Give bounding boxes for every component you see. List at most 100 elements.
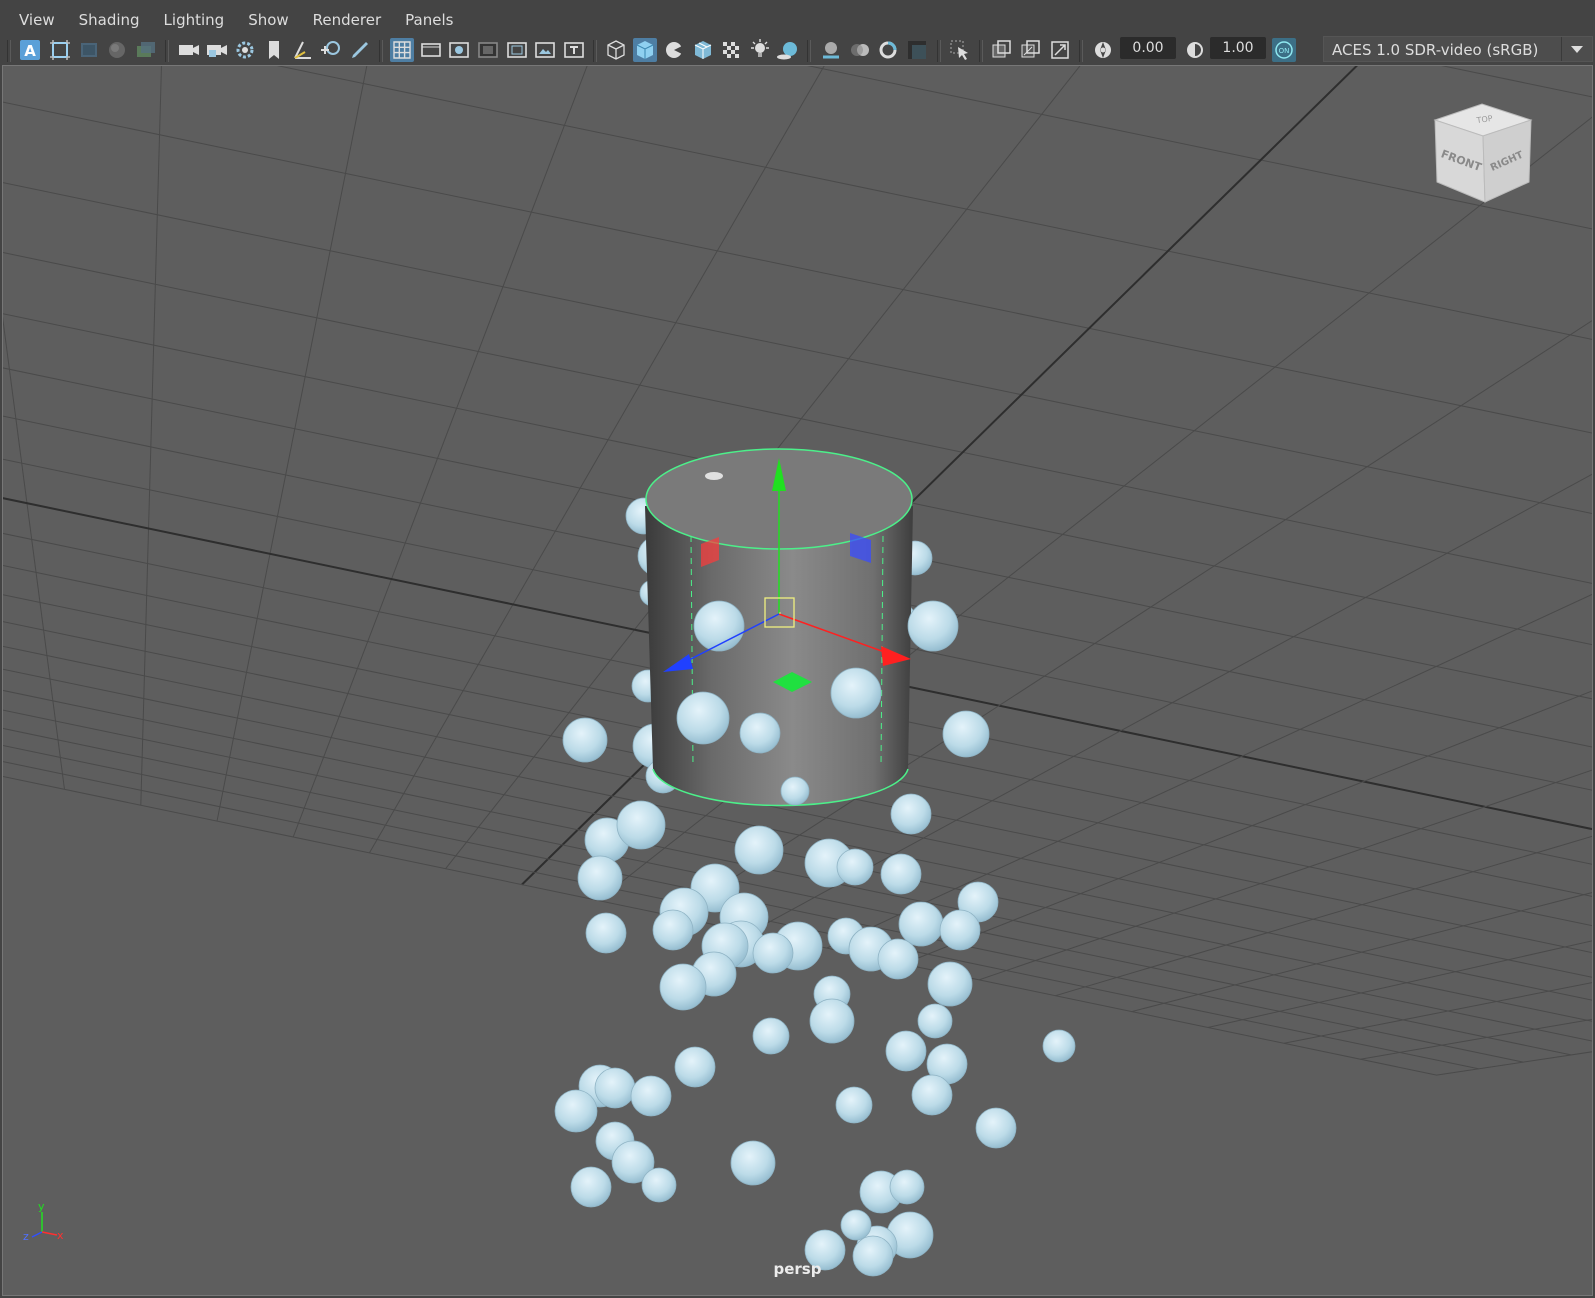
camera-settings-icon[interactable] [233, 38, 257, 62]
menu-view[interactable]: View [3, 3, 67, 35]
particle-sphere [898, 901, 944, 947]
toolbar-separator [165, 40, 169, 62]
resolution-gate-icon[interactable] [447, 38, 471, 62]
toolbar-separator [593, 40, 597, 62]
particle-sphere [1042, 1029, 1076, 1063]
svg-text:A: A [24, 42, 36, 60]
smooth-shade-icon[interactable] [633, 38, 657, 62]
particle-sphere [739, 712, 781, 754]
particle-sphere [674, 1046, 716, 1088]
grease-pencil-icon[interactable] [348, 38, 372, 62]
axis-z-label: z [23, 1230, 29, 1243]
camera-attributes-icon[interactable] [48, 38, 72, 62]
gate-mask-icon[interactable] [476, 38, 500, 62]
manipulator-pivot [779, 612, 781, 614]
axis-x-line [41, 1231, 58, 1236]
toolbar-separator [937, 40, 941, 62]
particle-sphere [577, 855, 623, 901]
wireframe-on-shaded-icon[interactable] [691, 38, 715, 62]
particle-sphere [889, 1169, 925, 1205]
cylinder-specular [705, 472, 723, 480]
particle-sphere [752, 1017, 790, 1055]
particle-sphere [942, 710, 990, 758]
menu-show[interactable]: Show [236, 3, 300, 35]
isolate-select-icon[interactable] [948, 38, 972, 62]
field-chart-icon[interactable] [505, 38, 529, 62]
maya-viewport-panel: View Shading Lighting Show Renderer Pane… [0, 0, 1595, 1298]
image-plane-icon[interactable] [105, 38, 129, 62]
particle-sphere [730, 1140, 776, 1186]
axis-x-label: x [57, 1229, 64, 1242]
use-all-lights-icon[interactable] [748, 38, 772, 62]
wireframe-icon[interactable] [604, 38, 628, 62]
default-material-icon[interactable] [662, 38, 686, 62]
color-space-dropdown[interactable]: ACES 1.0 SDR-video (sRGB) [1323, 36, 1593, 62]
particle-sphere [840, 1209, 872, 1241]
toolbar-separator [379, 40, 383, 62]
menu-panels[interactable]: Panels [393, 3, 465, 35]
particle-sphere [554, 1089, 598, 1133]
exposure-icon[interactable] [1091, 38, 1115, 62]
select-camera-icon[interactable]: A [18, 38, 42, 62]
grid-icon[interactable] [390, 38, 414, 62]
particle-sphere [659, 963, 707, 1011]
shadows-icon[interactable] [776, 38, 800, 62]
view-transform-toggle-icon[interactable]: ON [1272, 38, 1296, 62]
particle-sphere [676, 691, 730, 745]
panel-menubar: View Shading Lighting Show Renderer Pane… [3, 3, 1592, 35]
toolbar-separator [979, 40, 983, 62]
axis-indicator: y x z [23, 1200, 64, 1243]
anti-aliasing-icon[interactable] [876, 38, 900, 62]
toolbar-separator [7, 40, 11, 62]
menu-renderer[interactable]: Renderer [301, 3, 393, 35]
chevron-down-icon [1561, 37, 1583, 61]
film-gate-icon[interactable] [419, 38, 443, 62]
particle-sphere [809, 998, 855, 1044]
gamma-field[interactable]: 1.00 [1210, 37, 1266, 59]
menu-lighting[interactable]: Lighting [152, 3, 237, 35]
camera-icon[interactable] [177, 38, 201, 62]
particle-sphere [880, 853, 922, 895]
particle-sphere [885, 1030, 927, 1072]
bookmark-icon[interactable] [262, 38, 286, 62]
bookmarks-icon[interactable] [77, 38, 101, 62]
particle-sphere [594, 1067, 636, 1109]
safe-action-icon[interactable] [533, 38, 557, 62]
screen-space-ao-icon[interactable] [819, 38, 843, 62]
exposure-field[interactable]: 0.00 [1120, 37, 1176, 59]
xray-active-components-icon[interactable] [1048, 38, 1072, 62]
menu-shading[interactable]: Shading [67, 3, 152, 35]
xray-joints-icon[interactable] [1019, 38, 1043, 62]
particle-sphere [917, 1003, 953, 1039]
lock-camera-icon[interactable] [205, 38, 229, 62]
view-cube[interactable]: TOP FRONT RIGHT [1423, 94, 1533, 206]
axis-z-line [31, 1231, 43, 1238]
scene-objects [554, 448, 1076, 1277]
toolbar-separator [807, 40, 811, 62]
toolbar-separator [1079, 40, 1083, 62]
particle-sphere [562, 717, 608, 763]
particle-sphere [641, 1167, 677, 1203]
particle-sphere [835, 1086, 873, 1124]
particle-sphere [780, 776, 810, 806]
view-transform-toggle-label: ON [1279, 47, 1290, 55]
image-plane-axes-icon[interactable] [291, 38, 315, 62]
xray-icon[interactable] [990, 38, 1014, 62]
2d-pan-zoom-icon[interactable] [134, 38, 158, 62]
particle-sphere [693, 600, 745, 652]
pan-zoom-icon[interactable] [319, 38, 343, 62]
particle-sphere [890, 793, 932, 835]
safe-title-icon[interactable] [562, 38, 586, 62]
particle-sphere [907, 600, 959, 652]
particle-sphere [630, 1075, 672, 1117]
textured-icon[interactable] [719, 38, 743, 62]
gamma-icon[interactable] [1183, 38, 1207, 62]
particle-sphere [877, 938, 919, 980]
particle-sphere [752, 932, 794, 974]
particle-sphere [830, 667, 882, 719]
motion-blur-icon[interactable] [848, 38, 872, 62]
3d-viewport[interactable]: TOP FRONT RIGHT y x z persp [2, 65, 1593, 1296]
panel-toolbar: A 0.00 1.00 ON ACES 1.0 SDR-video (sRGB) [3, 35, 1593, 65]
depth-of-field-icon[interactable] [905, 38, 929, 62]
particle-sphere [570, 1166, 612, 1208]
